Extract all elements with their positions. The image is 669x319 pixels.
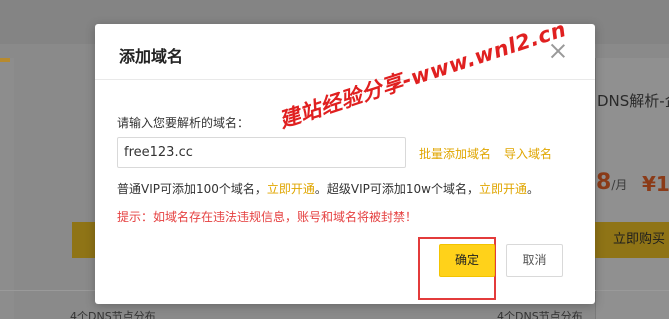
vip-quota-text: 普通VIP可添加100个域名，立即开通。超级VIP可添加10w个域名，立即开通。 — [117, 180, 539, 197]
import-domain-link[interactable]: 导入域名 — [504, 145, 552, 162]
background-price-unit: /月 — [611, 178, 628, 192]
warning-text: 提示：如域名存在违法违规信息，账号和域名将被封禁！ — [117, 210, 418, 224]
background-feature-right: 4个DNS节点分布 — [497, 310, 583, 319]
confirm-button[interactable]: 确定 — [439, 244, 495, 277]
domain-input-label: 请输入您要解析的域名： — [117, 116, 250, 130]
background-price-2: ¥1 — [642, 172, 669, 196]
quota-text-2: 。超级VIP可添加10w个域名， — [314, 182, 479, 196]
batch-add-domain-link[interactable]: 批量添加域名 — [419, 145, 491, 162]
add-domain-dialog: 添加域名 请输入您要解析的域名： 批量添加域名 导入域名 普通VIP可添加100… — [95, 17, 595, 304]
dialog-title: 添加域名 — [119, 47, 184, 66]
background-buy-button: 立即购买 — [595, 222, 669, 258]
quota-text-3: 。 — [527, 182, 540, 196]
background-price: 8/月 — [596, 170, 627, 195]
background-product-title: DNS解析-企 — [597, 92, 669, 110]
cancel-button[interactable]: 取消 — [506, 244, 563, 277]
vip-activate-link[interactable]: 立即开通 — [267, 182, 315, 196]
quota-text-1: 普通VIP可添加100个域名， — [117, 182, 267, 196]
domain-input[interactable] — [117, 137, 406, 168]
background-card-left — [0, 58, 14, 319]
background-accent-stripe — [0, 58, 10, 62]
background-buy-button-left — [72, 222, 96, 258]
super-vip-activate-link[interactable]: 立即开通 — [479, 182, 527, 196]
background-feature-left: 4个DNS节点分布 — [70, 310, 156, 319]
background-price-value: 8 — [596, 170, 612, 195]
